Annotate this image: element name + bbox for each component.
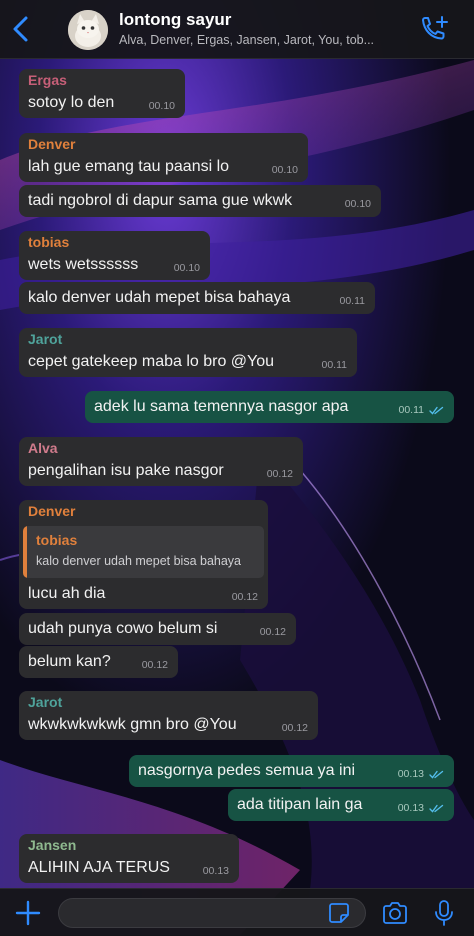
message-time: 00.12 [281, 722, 308, 734]
message-bubble[interactable]: Jansen ALIHIN AJA TERUS 00.13 [19, 834, 239, 883]
message-time: 00.10 [344, 198, 371, 210]
group-avatar[interactable] [68, 10, 108, 50]
sender-name: tobias [28, 234, 70, 250]
message-bubble-reply[interactable]: Denver tobias kalo denver udah mepet bis… [19, 500, 268, 609]
message-bubble[interactable]: Jarot cepet gatekeep maba lo bro @You 00… [19, 328, 357, 377]
chat-header: lontong sayur Alva, Denver, Ergas, Janse… [0, 0, 474, 59]
sender-name: Jarot [28, 331, 63, 347]
message-bubble[interactable]: belum kan? 00.12 [19, 646, 178, 678]
message-time: 00.11 [398, 404, 425, 416]
message-bubble[interactable]: Denver lah gue emang tau paansi lo 00.10 [19, 133, 308, 182]
message-time: 00.13 [397, 802, 424, 814]
message-time: 00.10 [173, 262, 200, 274]
message-time: 00.11 [321, 359, 348, 371]
quoted-text: kalo denver udah mepet bisa bahaya [36, 554, 242, 568]
plus-icon[interactable] [15, 900, 41, 926]
message-text: nasgornya pedes semua ya ini [138, 762, 356, 779]
message-text: pengalihan isu pake nasgor [28, 462, 224, 479]
cat-avatar-image [68, 10, 108, 50]
sender-name: Denver [28, 136, 76, 152]
message-bubble-outgoing[interactable]: nasgornya pedes semua ya ini 00.13 [129, 755, 454, 787]
chevron-left-icon[interactable] [8, 14, 36, 44]
read-ticks-icon [429, 770, 444, 779]
message-text: lah gue emang tau paansi lo [28, 158, 230, 175]
message-time: 00.12 [231, 591, 258, 603]
message-text: cepet gatekeep maba lo bro @You [28, 353, 275, 370]
message-time: 00.12 [259, 626, 286, 638]
message-text: tadi ngobrol di dapur sama gue wkwk [28, 192, 293, 209]
message-input[interactable] [58, 898, 366, 928]
camera-icon[interactable] [381, 901, 409, 925]
message-text: ada titipan lain ga [237, 796, 363, 813]
message-bubble-outgoing[interactable]: ada titipan lain ga 00.13 [228, 789, 454, 821]
sender-name: Denver [28, 503, 76, 519]
read-ticks-icon [429, 804, 444, 813]
message-bubble-outgoing[interactable]: adek lu sama temennya nasgor apa 00.11 [85, 391, 454, 423]
message-text: udah punya cowo belum si [28, 620, 218, 637]
message-text: wkwkwkwkwk gmn bro @You [28, 716, 237, 733]
sender-name: Jansen [28, 837, 77, 853]
message-text: adek lu sama temennya nasgor apa [94, 398, 349, 415]
microphone-icon[interactable] [434, 899, 454, 927]
message-bubble[interactable]: kalo denver udah mepet bisa bahaya 00.11 [19, 282, 375, 314]
message-text: ALIHIN AJA TERUS [28, 859, 170, 876]
chat-participants[interactable]: Alva, Denver, Ergas, Jansen, Jarot, You,… [119, 33, 415, 47]
message-bubble[interactable]: tobias wets wetssssss 00.10 [19, 231, 210, 280]
message-time: 00.10 [148, 100, 175, 112]
message-time: 00.12 [266, 468, 293, 480]
sender-name: Alva [28, 440, 58, 456]
message-bubble[interactable]: Alva pengalihan isu pake nasgor 00.12 [19, 437, 303, 486]
message-text: wets wetssssss [28, 256, 139, 273]
message-time: 00.12 [141, 659, 168, 671]
message-bubble[interactable]: tadi ngobrol di dapur sama gue wkwk 00.1… [19, 185, 381, 217]
message-time: 00.13 [397, 768, 424, 780]
message-time: 00.10 [271, 164, 298, 176]
chat-title[interactable]: lontong sayur [119, 10, 231, 30]
message-text: sotoy lo den [28, 94, 115, 111]
sender-name: Ergas [28, 72, 67, 88]
add-call-icon[interactable] [418, 14, 450, 44]
message-bubble[interactable]: Ergas sotoy lo den 00.10 [19, 69, 185, 118]
message-text: belum kan? [28, 653, 111, 670]
quoted-message[interactable]: tobias kalo denver udah mepet bisa bahay… [23, 526, 264, 578]
sender-name: Jarot [28, 694, 63, 710]
message-time: 00.13 [202, 865, 229, 877]
message-bubble[interactable]: Jarot wkwkwkwkwk gmn bro @You 00.12 [19, 691, 318, 740]
message-time: 00.11 [339, 295, 366, 307]
message-text: lucu ah dia [28, 585, 106, 602]
read-ticks-icon [429, 406, 444, 415]
quote-accent-bar [23, 526, 27, 578]
quoted-sender: tobias [36, 532, 78, 548]
message-text: kalo denver udah mepet bisa bahaya [28, 289, 291, 306]
message-input-bar [0, 888, 474, 936]
message-bubble[interactable]: udah punya cowo belum si 00.12 [19, 613, 296, 645]
sticker-icon[interactable] [328, 902, 350, 924]
